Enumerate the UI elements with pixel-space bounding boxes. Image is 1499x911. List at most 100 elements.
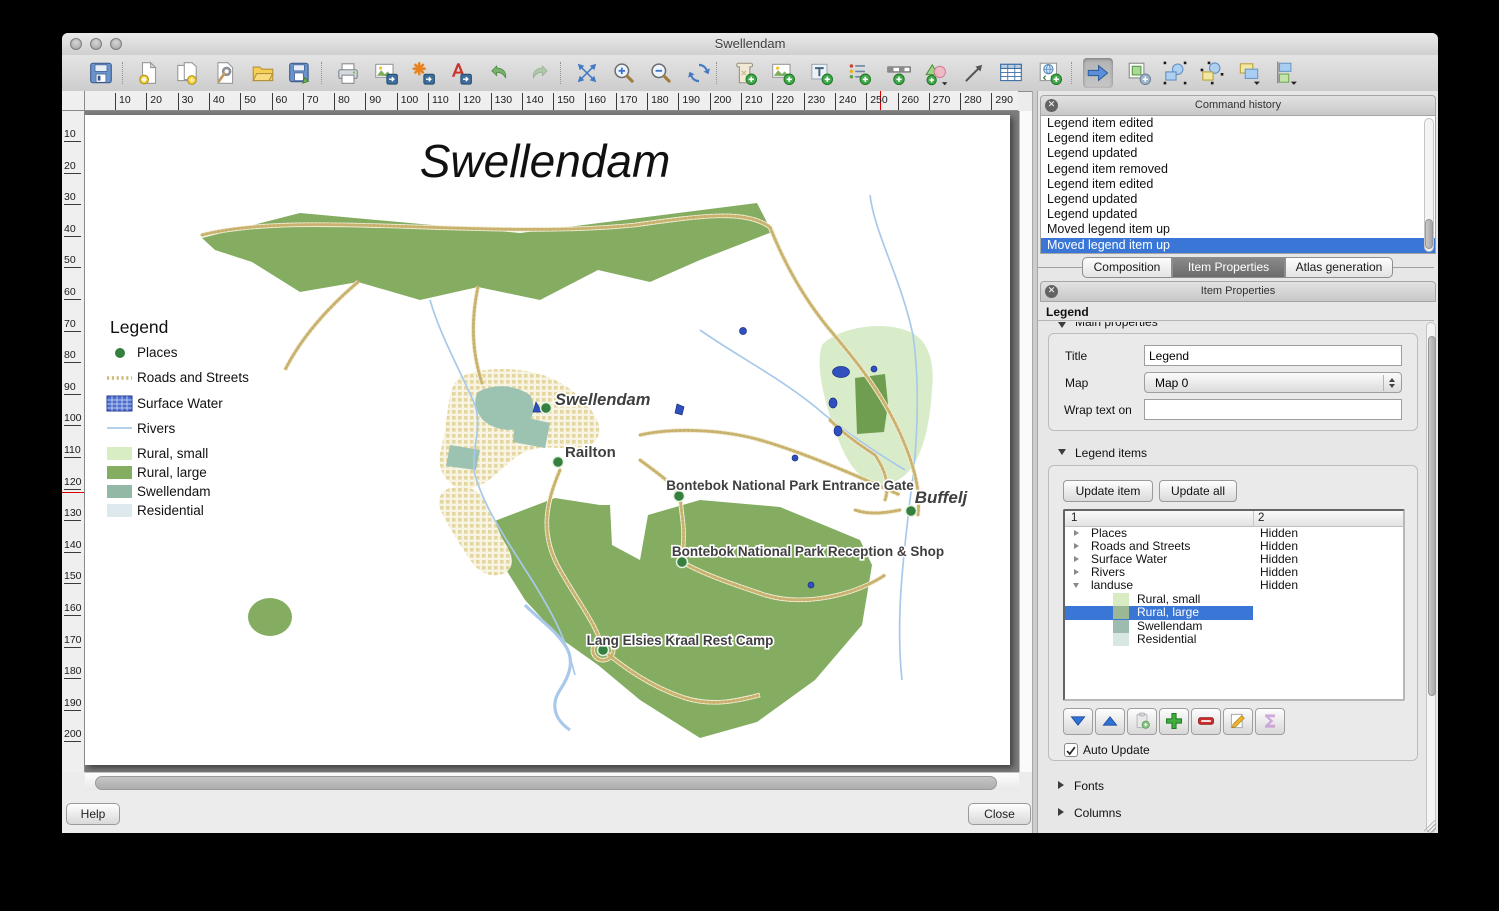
- zoom-in-button[interactable]: [609, 58, 639, 88]
- tree-row-selected[interactable]: Rural, large: [1065, 606, 1403, 620]
- resize-grip[interactable]: [1424, 820, 1436, 832]
- scrollbar-thumb[interactable]: [95, 776, 997, 790]
- titlebar[interactable]: Swellendam: [62, 33, 1438, 56]
- move-item-up-button[interactable]: [1095, 708, 1125, 735]
- collapse-arrow-icon[interactable]: [1058, 808, 1064, 816]
- collapse-arrow-icon[interactable]: [1058, 449, 1066, 455]
- zoom-out-button[interactable]: [646, 58, 676, 88]
- command-history-header[interactable]: ✕ Command history: [1040, 95, 1436, 116]
- add-legend-button[interactable]: [844, 58, 874, 88]
- align-items-button[interactable]: [1271, 58, 1301, 88]
- close-panel-icon[interactable]: ✕: [1045, 285, 1058, 298]
- update-item-button[interactable]: Update item: [1063, 480, 1153, 502]
- close-button[interactable]: Close: [968, 803, 1031, 825]
- add-map-button[interactable]: [730, 58, 760, 88]
- add-attribute-table-button[interactable]: [996, 58, 1026, 88]
- collapse-arrow-icon[interactable]: [1058, 781, 1064, 789]
- add-label-button[interactable]: [806, 58, 836, 88]
- export-svg-button[interactable]: [408, 58, 438, 88]
- section-fonts[interactable]: Fonts: [1074, 779, 1104, 793]
- panel-scrollbar[interactable]: [1426, 322, 1436, 833]
- auto-update-checkbox[interactable]: [1064, 743, 1078, 757]
- raise-items-button[interactable]: [1234, 58, 1264, 88]
- zoom-full-button[interactable]: [572, 58, 602, 88]
- ruler-tick: 230: [803, 93, 825, 110]
- section-legend-items[interactable]: Legend items: [1075, 446, 1147, 460]
- help-button[interactable]: Help: [66, 803, 120, 825]
- tab-atlas-generation[interactable]: Atlas generation: [1285, 257, 1393, 278]
- count-features-button[interactable]: [1255, 708, 1285, 735]
- command-history-scrollbar[interactable]: [1424, 118, 1434, 252]
- canvas-horizontal-scrollbar[interactable]: [85, 772, 1019, 790]
- svg-text:Surface Water: Surface Water: [137, 396, 223, 411]
- legend-swatch: [1113, 593, 1129, 606]
- legend-title-input[interactable]: Legend: [1144, 345, 1402, 366]
- add-item-button[interactable]: [1159, 708, 1189, 735]
- duplicate-composition-button[interactable]: [172, 58, 202, 88]
- tree-row[interactable]: Swellendam: [1065, 620, 1403, 633]
- list-item-selected[interactable]: Moved legend item up: [1041, 237, 1435, 253]
- tree-row[interactable]: Residential: [1065, 633, 1403, 646]
- expander-icon[interactable]: [1074, 543, 1079, 549]
- expander-icon[interactable]: [1073, 583, 1079, 588]
- scrollbar-thumb[interactable]: [1428, 336, 1436, 696]
- canvas-vertical-scrollbar[interactable]: [1019, 111, 1032, 772]
- wrap-text-input[interactable]: [1144, 399, 1402, 420]
- export-image-button[interactable]: [371, 58, 401, 88]
- command-history-list[interactable]: Legend item edited Legend item edited Le…: [1040, 116, 1436, 254]
- add-scalebar-button[interactable]: [884, 58, 914, 88]
- landuse-layer: [202, 203, 933, 738]
- expander-icon[interactable]: [1074, 530, 1079, 536]
- window-title: Swellendam: [714, 36, 786, 51]
- print-button[interactable]: [333, 58, 363, 88]
- stepper-icon[interactable]: [1383, 375, 1399, 391]
- paper[interactable]: Swellendam Legend Places Roads and Stree…: [85, 115, 1010, 765]
- tab-composition[interactable]: Composition: [1082, 257, 1172, 278]
- paste-item-button[interactable]: [1127, 708, 1157, 735]
- select-move-item-button[interactable]: [1083, 58, 1113, 88]
- export-pdf-button[interactable]: [445, 58, 475, 88]
- ungroup-items-button[interactable]: [1197, 58, 1227, 88]
- composer-manager-button[interactable]: [210, 58, 240, 88]
- new-composition-button[interactable]: [134, 58, 164, 88]
- list-item[interactable]: Legend updated: [1041, 207, 1435, 222]
- add-html-button[interactable]: [1035, 58, 1065, 88]
- tree-row[interactable]: Rural, small: [1065, 593, 1403, 606]
- list-item[interactable]: Legend item edited: [1041, 177, 1435, 192]
- section-columns[interactable]: Columns: [1074, 806, 1121, 820]
- undo-button[interactable]: [486, 58, 516, 88]
- update-all-button[interactable]: Update all: [1159, 480, 1237, 502]
- list-item[interactable]: Moved legend item up: [1041, 222, 1435, 237]
- legend-items-tree[interactable]: 1 2 Places Hidden Roads and Streets Hidd…: [1063, 509, 1405, 701]
- close-panel-icon[interactable]: ✕: [1045, 99, 1058, 112]
- save-button[interactable]: [86, 58, 116, 88]
- ruler-tick: 50: [64, 254, 81, 269]
- list-item[interactable]: Legend item removed: [1041, 162, 1435, 177]
- expander-icon[interactable]: [1074, 569, 1079, 575]
- list-item[interactable]: Legend updated: [1041, 192, 1435, 207]
- group-items-button[interactable]: [1160, 58, 1190, 88]
- open-template-button[interactable]: [248, 58, 278, 88]
- tree-row[interactable]: landuse Hidden: [1065, 579, 1403, 592]
- refresh-view-button[interactable]: [684, 58, 714, 88]
- expander-icon[interactable]: [1074, 556, 1079, 562]
- add-arrow-button[interactable]: [959, 58, 989, 88]
- item-properties-header[interactable]: ✕ Item Properties: [1040, 281, 1436, 302]
- collapse-arrow-icon[interactable]: [1058, 322, 1066, 328]
- edit-item-button[interactable]: [1223, 708, 1253, 735]
- tab-item-properties[interactable]: Item Properties: [1172, 257, 1285, 278]
- list-item[interactable]: Legend item edited: [1041, 131, 1435, 146]
- move-item-content-button[interactable]: [1124, 58, 1154, 88]
- list-item[interactable]: Legend updated: [1041, 146, 1435, 161]
- section-main-properties[interactable]: Main properties: [1075, 322, 1158, 329]
- save-as-template-button[interactable]: [285, 58, 315, 88]
- add-shape-button[interactable]: [921, 58, 951, 88]
- scrollbar-thumb[interactable]: [1425, 219, 1433, 249]
- list-item[interactable]: Legend item edited: [1041, 116, 1435, 131]
- composition-canvas[interactable]: Swellendam Legend Places Roads and Stree…: [85, 111, 1019, 772]
- map-select[interactable]: Map 0: [1144, 372, 1402, 393]
- redo-button[interactable]: [523, 58, 553, 88]
- remove-item-button[interactable]: [1191, 708, 1221, 735]
- add-image-button[interactable]: [768, 58, 798, 88]
- move-item-down-button[interactable]: [1063, 708, 1093, 735]
